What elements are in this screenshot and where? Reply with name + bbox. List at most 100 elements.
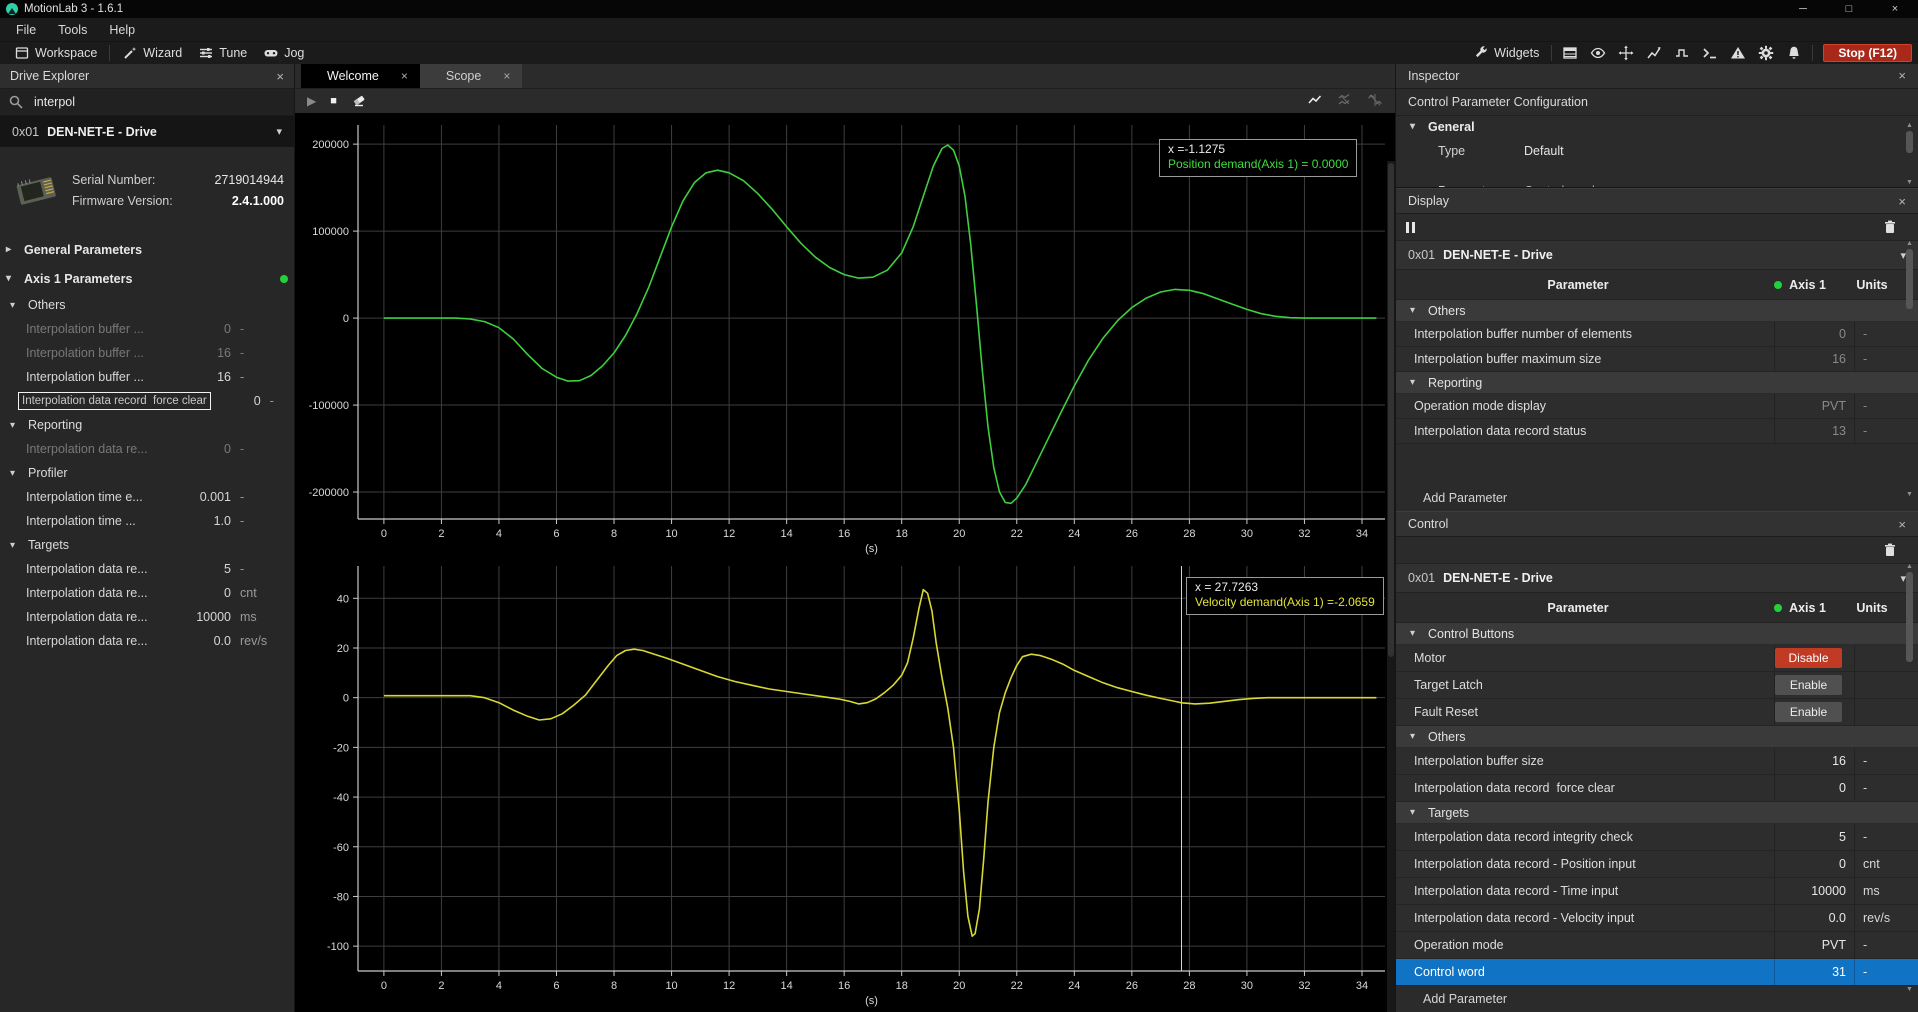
- scrollbar-thumb[interactable]: [1906, 131, 1913, 153]
- param-value[interactable]: 16: [1774, 347, 1854, 371]
- param-row[interactable]: Interpolation data record integrity chec…: [1396, 824, 1918, 851]
- param-value[interactable]: PVT: [1774, 932, 1854, 958]
- param-value[interactable]: Enable: [1774, 699, 1854, 725]
- param-value[interactable]: 0.0: [1774, 905, 1854, 931]
- general-section-header[interactable]: ▾ General: [1396, 116, 1918, 138]
- trash-icon[interactable]: [1882, 542, 1908, 558]
- param-row[interactable]: Interpolation buffer size16-: [1396, 748, 1918, 775]
- control-drive-selector[interactable]: 0x01 DEN-NET-E - Drive ▾: [1396, 564, 1918, 593]
- param-value[interactable]: 0: [1774, 322, 1854, 346]
- param-row[interactable]: Control word31-: [1396, 959, 1918, 986]
- tab-scope[interactable]: Scope ×: [420, 64, 522, 88]
- param-row[interactable]: MotorDisable: [1396, 645, 1918, 672]
- jog-button[interactable]: Jog: [255, 43, 312, 63]
- type-row[interactable]: Type Default: [1396, 138, 1918, 164]
- param-group-control-buttons[interactable]: ▾Control Buttons: [1396, 623, 1918, 645]
- fault-reset-enable-button[interactable]: Enable: [1775, 702, 1842, 722]
- tree-item[interactable]: Interpolation time ...1.0-: [0, 509, 294, 533]
- trash-icon[interactable]: [1882, 219, 1908, 235]
- display-add-parameter[interactable]: Add Parameter: [1396, 485, 1918, 511]
- split-plot-view-icon[interactable]: [1367, 92, 1383, 111]
- display-drive-selector[interactable]: 0x01 DEN-NET-E - Drive ▾: [1396, 241, 1918, 270]
- alerts-button[interactable]: [1724, 43, 1752, 63]
- param-row[interactable]: Interpolation buffer maximum size16-: [1396, 347, 1918, 372]
- param-value[interactable]: 0: [1774, 851, 1854, 877]
- param-row[interactable]: Operation modePVT-: [1396, 932, 1918, 959]
- scrollbar-thumb[interactable]: [1388, 163, 1394, 657]
- param-value[interactable]: 16: [1774, 748, 1854, 774]
- menu-help[interactable]: Help: [99, 21, 145, 39]
- motion-button[interactable]: [1612, 43, 1640, 63]
- menu-tools[interactable]: Tools: [48, 21, 97, 39]
- tab-close-icon[interactable]: ×: [401, 69, 408, 83]
- target-latch-enable-button[interactable]: Enable: [1775, 675, 1842, 695]
- tree-item[interactable]: Interpolation data re...0-: [0, 437, 294, 461]
- scope-button[interactable]: [1640, 43, 1668, 63]
- param-row[interactable]: Operation mode displayPVT-: [1396, 394, 1918, 419]
- tree-group-targets[interactable]: ▾Targets: [0, 533, 294, 557]
- param-row[interactable]: Fault ResetEnable: [1396, 699, 1918, 726]
- minimize-button[interactable]: ─: [1780, 0, 1826, 18]
- param-row[interactable]: Target LatchEnable: [1396, 672, 1918, 699]
- inspector-close-icon[interactable]: ×: [1898, 68, 1906, 83]
- control-scrollbar[interactable]: ▲▼: [1904, 563, 1915, 993]
- registers-button[interactable]: [1668, 43, 1696, 63]
- param-value[interactable]: PVT: [1774, 394, 1854, 418]
- workspace-button[interactable]: Workspace: [6, 43, 105, 63]
- tree-item[interactable]: Interpolation data record force clear0-: [0, 389, 294, 413]
- tree-item[interactable]: Interpolation buffer ...16-: [0, 365, 294, 389]
- widgets-button[interactable]: Widgets: [1465, 43, 1547, 63]
- scope-charts[interactable]: 0246810121416182022242628303234200000100…: [295, 113, 1395, 1012]
- param-row[interactable]: Interpolation data record - Time input10…: [1396, 878, 1918, 905]
- param-value[interactable]: Disable: [1774, 645, 1854, 671]
- clear-icon[interactable]: [351, 92, 367, 111]
- control-add-parameter[interactable]: Add Parameter: [1396, 986, 1918, 1012]
- param-value[interactable]: 0: [1774, 775, 1854, 801]
- param-group-reporting[interactable]: ▾Reporting: [1396, 372, 1918, 394]
- velocity-demand-chart[interactable]: 024681012141618202224262830323440200-20-…: [295, 556, 1395, 1012]
- tree-item[interactable]: Interpolation data re...0cnt: [0, 581, 294, 605]
- param-value[interactable]: 5: [1774, 824, 1854, 850]
- tree-item[interactable]: Interpolation data re...5-: [0, 557, 294, 581]
- tree-group-profiler[interactable]: ▾Profiler: [0, 461, 294, 485]
- control-close-icon[interactable]: ×: [1898, 517, 1906, 532]
- tree-section-general-parameters[interactable]: ▸General Parameters: [0, 235, 294, 264]
- single-plot-view-icon[interactable]: [1307, 92, 1323, 111]
- drive-selector[interactable]: 0x01 DEN-NET-E - Drive ▾: [0, 116, 294, 147]
- console-button[interactable]: [1696, 43, 1724, 63]
- stacked-plot-view-icon[interactable]: [1337, 92, 1353, 111]
- param-row[interactable]: Interpolation data record - Position inp…: [1396, 851, 1918, 878]
- tree-group-others[interactable]: ▾Others: [0, 293, 294, 317]
- scrollbar-thumb[interactable]: [1906, 572, 1913, 662]
- param-value[interactable]: 31: [1774, 959, 1854, 985]
- play-icon[interactable]: ▶: [307, 94, 316, 108]
- wizard-button[interactable]: Wizard: [114, 43, 190, 63]
- param-group-others[interactable]: ▾Others: [1396, 300, 1918, 322]
- tree-item[interactable]: Interpolation buffer ...16-: [0, 341, 294, 365]
- motor-disable-button[interactable]: Disable: [1775, 648, 1842, 668]
- notifications-button[interactable]: [1780, 43, 1808, 63]
- param-row[interactable]: Interpolation buffer number of elements0…: [1396, 322, 1918, 347]
- tree-item[interactable]: Interpolation buffer ...0-: [0, 317, 294, 341]
- tab-welcome[interactable]: Welcome ×: [301, 64, 420, 88]
- tree-item[interactable]: Interpolation data re...10000ms: [0, 605, 294, 629]
- param-row[interactable]: Interpolation data record - Velocity inp…: [1396, 905, 1918, 932]
- param-value[interactable]: 10000: [1774, 878, 1854, 904]
- close-button[interactable]: ×: [1872, 0, 1918, 18]
- tune-button[interactable]: \u200b Tune: [190, 43, 255, 63]
- pause-icon[interactable]: [1406, 222, 1415, 233]
- tab-close-icon[interactable]: ×: [503, 69, 510, 83]
- stop-f12-button[interactable]: Stop (F12): [1823, 44, 1912, 62]
- settings-button[interactable]: [1752, 43, 1780, 63]
- watch-button[interactable]: [1584, 43, 1612, 63]
- scrollbar-thumb[interactable]: [1906, 249, 1913, 309]
- param-group-targets[interactable]: ▾Targets: [1396, 802, 1918, 824]
- general-scrollbar[interactable]: ▲▼: [1904, 122, 1915, 186]
- scope-scrollbar[interactable]: [1387, 161, 1395, 1012]
- drive-explorer-close-icon[interactable]: ×: [276, 69, 284, 84]
- tree-section-axis-1-parameters[interactable]: ▾Axis 1 Parameters: [0, 264, 294, 293]
- param-group-others[interactable]: ▾Others: [1396, 726, 1918, 748]
- stop-icon[interactable]: ■: [330, 95, 337, 107]
- param-row[interactable]: Interpolation data record force clear0-: [1396, 775, 1918, 802]
- tree-item[interactable]: Interpolation data re...0.0rev/s: [0, 629, 294, 653]
